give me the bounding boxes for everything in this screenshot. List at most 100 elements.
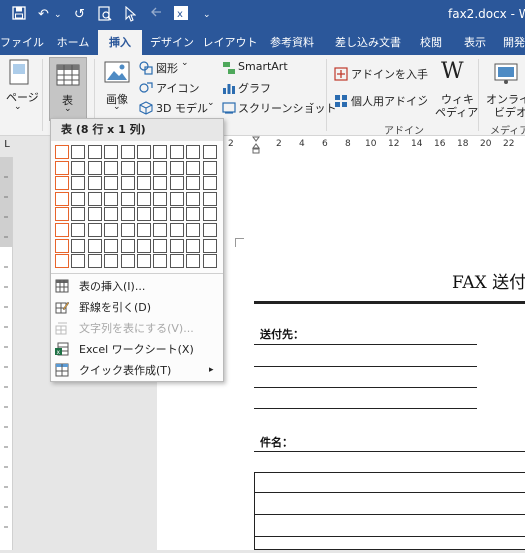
table-grid-cell[interactable] [71, 207, 86, 222]
tab-insert[interactable]: 挿入 [98, 30, 142, 55]
tab-design[interactable]: デザイン [146, 30, 198, 55]
table-grid-cell[interactable] [120, 223, 135, 237]
table-grid-cell[interactable] [120, 191, 135, 206]
table-grid-cell[interactable] [104, 223, 119, 237]
page-chevron-icon[interactable]: ⌄ [14, 102, 22, 112]
save-icon[interactable] [12, 6, 26, 26]
table-grid-cell[interactable] [104, 238, 119, 253]
table-grid-cell[interactable] [104, 160, 119, 175]
table-grid-cell[interactable] [71, 191, 86, 206]
table-grid-cell[interactable] [169, 238, 184, 253]
tab-mailings[interactable]: 差し込み文書 [330, 30, 406, 55]
table-grid-cell[interactable] [87, 145, 102, 159]
chart-button[interactable]: グラフ [222, 80, 282, 96]
table-grid-cell[interactable] [120, 176, 135, 191]
table-grid-cell[interactable] [169, 145, 184, 159]
table-grid-cell[interactable] [202, 176, 217, 191]
table-grid-cell[interactable] [120, 238, 135, 253]
image-chevron-icon[interactable]: ⌄ [113, 102, 121, 112]
table-grid-cell[interactable] [137, 176, 151, 191]
page-icon[interactable] [8, 59, 34, 89]
get-addins-button[interactable]: アドインを入手 [334, 66, 428, 82]
table-grid-cell[interactable] [153, 223, 168, 237]
table-grid-cell[interactable] [120, 145, 135, 159]
table-grid-cell[interactable] [71, 254, 86, 269]
customize-qat-icon[interactable]: ⌄ [203, 6, 211, 24]
tab-layout[interactable]: レイアウト [202, 30, 258, 55]
table-grid-cell[interactable] [120, 160, 135, 175]
online-video-button[interactable]: オンライン ビデオ [484, 59, 525, 119]
table-grid-cell[interactable] [186, 238, 201, 253]
table-grid-picker[interactable] [55, 141, 219, 273]
quick-tables-item[interactable]: クイック表作成(T) ▸ [51, 360, 221, 381]
table-grid-cell[interactable] [137, 207, 151, 222]
table-grid-cell[interactable] [202, 160, 217, 175]
table-grid-cell[interactable] [137, 160, 151, 175]
table-grid-cell[interactable] [169, 223, 184, 237]
table-grid-cell[interactable] [137, 223, 151, 237]
table-grid-cell[interactable] [71, 223, 86, 237]
table-grid-cell[interactable] [153, 145, 168, 159]
table-grid-cell[interactable] [104, 145, 119, 159]
icons-button[interactable]: アイコン [139, 80, 199, 96]
body-table[interactable] [254, 472, 525, 550]
table-grid-cell[interactable] [186, 191, 201, 206]
vertical-ruler[interactable] [0, 157, 13, 550]
my-addins-button[interactable]: 個人用アドイン ⌄ [334, 91, 430, 109]
pointer-icon[interactable] [124, 5, 137, 28]
table-grid-cell[interactable] [137, 238, 151, 253]
table-grid-cell[interactable] [55, 191, 69, 206]
tab-references[interactable]: 参考資料 [262, 30, 322, 55]
undo-icon[interactable]: ↶ [38, 6, 49, 24]
table-grid-cell[interactable] [87, 191, 102, 206]
table-grid-cell[interactable] [87, 207, 102, 222]
table-grid-cell[interactable] [202, 145, 217, 159]
table-grid-cell[interactable] [104, 254, 119, 269]
table-grid-cell[interactable] [71, 145, 86, 159]
table-grid-cell[interactable] [87, 223, 102, 237]
table-grid-cell[interactable] [202, 191, 217, 206]
print-preview-icon[interactable] [98, 6, 112, 28]
table-grid-cell[interactable] [169, 176, 184, 191]
table-grid-cell[interactable] [55, 207, 69, 222]
table-grid-cell[interactable] [169, 160, 184, 175]
table-grid-cell[interactable] [169, 254, 184, 269]
table-grid-cell[interactable] [169, 191, 184, 206]
table-grid-cell[interactable] [55, 223, 69, 237]
table-grid-cell[interactable] [87, 254, 102, 269]
smartart-button[interactable]: SmartArt [222, 60, 302, 76]
table-grid-cell[interactable] [104, 191, 119, 206]
table-grid-cell[interactable] [153, 160, 168, 175]
table-grid-cell[interactable] [55, 145, 69, 159]
tab-view[interactable]: 表示 [458, 30, 492, 55]
redo-icon[interactable]: ↺ [74, 6, 85, 24]
table-grid-cell[interactable] [55, 238, 69, 253]
table-grid-cell[interactable] [137, 191, 151, 206]
indent-marker-icon[interactable] [252, 136, 260, 154]
table-grid-cell[interactable] [153, 176, 168, 191]
table-grid-cell[interactable] [153, 238, 168, 253]
table-grid-cell[interactable] [120, 207, 135, 222]
excel-worksheet-item[interactable]: x Excel ワークシート(X) [51, 339, 221, 360]
table-grid-cell[interactable] [104, 207, 119, 222]
tab-file[interactable]: ファイル [0, 30, 44, 55]
wikipedia-button[interactable]: W ウィキ ペディア [435, 59, 478, 119]
undo-dropdown-icon[interactable]: ⌄ [54, 6, 62, 24]
table-grid-cell[interactable] [202, 254, 217, 269]
table-grid-cell[interactable] [202, 223, 217, 237]
back-arrow-icon[interactable] [150, 6, 162, 24]
insert-table-item[interactable]: 表の挿入(I)... [51, 276, 221, 297]
table-grid-cell[interactable] [169, 207, 184, 222]
table-grid-cell[interactable] [104, 176, 119, 191]
table-grid-cell[interactable] [186, 160, 201, 175]
table-grid-cell[interactable] [55, 254, 69, 269]
table-grid-cell[interactable] [202, 207, 217, 222]
tab-home[interactable]: ホーム [50, 30, 96, 55]
horizontal-ruler[interactable]: 2 2 4 6 8 10 12 14 16 18 20 22 [222, 136, 525, 155]
3d-model-button[interactable]: 3D モデル ⌄ [139, 98, 215, 116]
table-grid-cell[interactable] [55, 176, 69, 191]
table-grid-cell[interactable] [55, 160, 69, 175]
image-icon[interactable] [104, 61, 130, 86]
table-grid-cell[interactable] [153, 191, 168, 206]
tab-developer[interactable]: 開発 [503, 30, 525, 55]
